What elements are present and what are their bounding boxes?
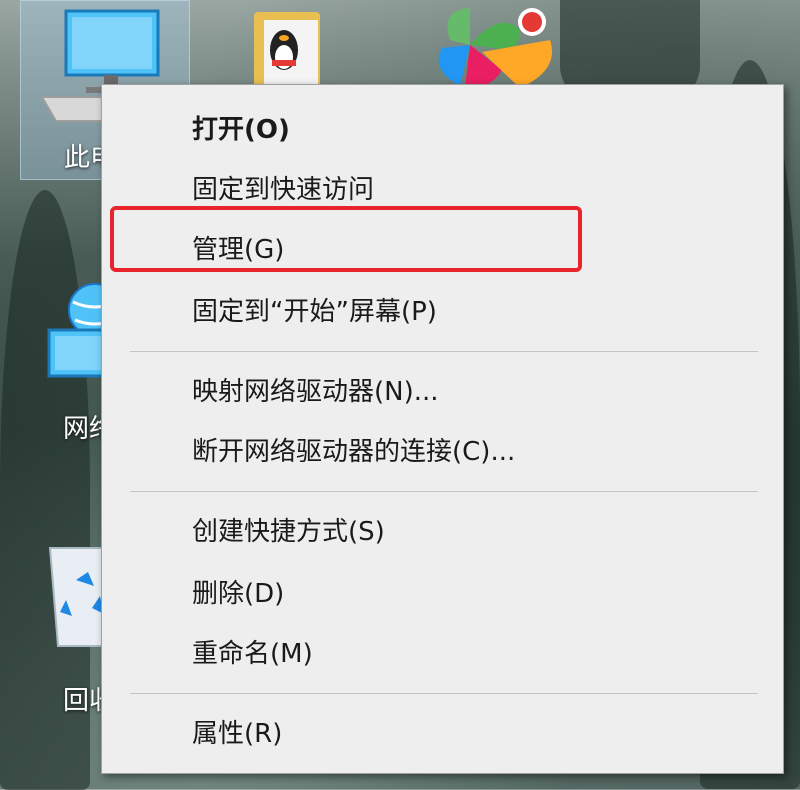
menu-item-open[interactable]: 打开(O) <box>102 103 783 157</box>
menu-item-pin-start[interactable]: 固定到“开始”屏幕(P) <box>102 285 783 339</box>
menu-item-disconnect-network-drive[interactable]: 断开网络驱动器的连接(C)... <box>102 425 783 479</box>
menu-separator <box>130 491 758 492</box>
desktop: 此电脑 网络 <box>0 0 800 790</box>
menu-item-properties[interactable]: 属性(R) <box>102 707 783 761</box>
app-icon[interactable] <box>420 0 570 90</box>
context-menu: 打开(O) 固定到快速访问 管理(G) 固定到“开始”屏幕(P) 映射网络驱动器… <box>101 84 784 774</box>
menu-item-delete[interactable]: 删除(D) <box>102 567 783 621</box>
menu-item-create-shortcut[interactable]: 创建快捷方式(S) <box>102 505 783 559</box>
menu-item-map-network-drive[interactable]: 映射网络驱动器(N)... <box>102 365 783 419</box>
folder-icon[interactable] <box>248 2 328 92</box>
menu-separator <box>130 351 758 352</box>
menu-item-pin-quick-access[interactable]: 固定到快速访问 <box>102 163 783 217</box>
menu-item-manage[interactable]: 管理(G) <box>102 223 783 277</box>
menu-item-rename[interactable]: 重命名(M) <box>102 627 783 681</box>
menu-separator <box>130 693 758 694</box>
